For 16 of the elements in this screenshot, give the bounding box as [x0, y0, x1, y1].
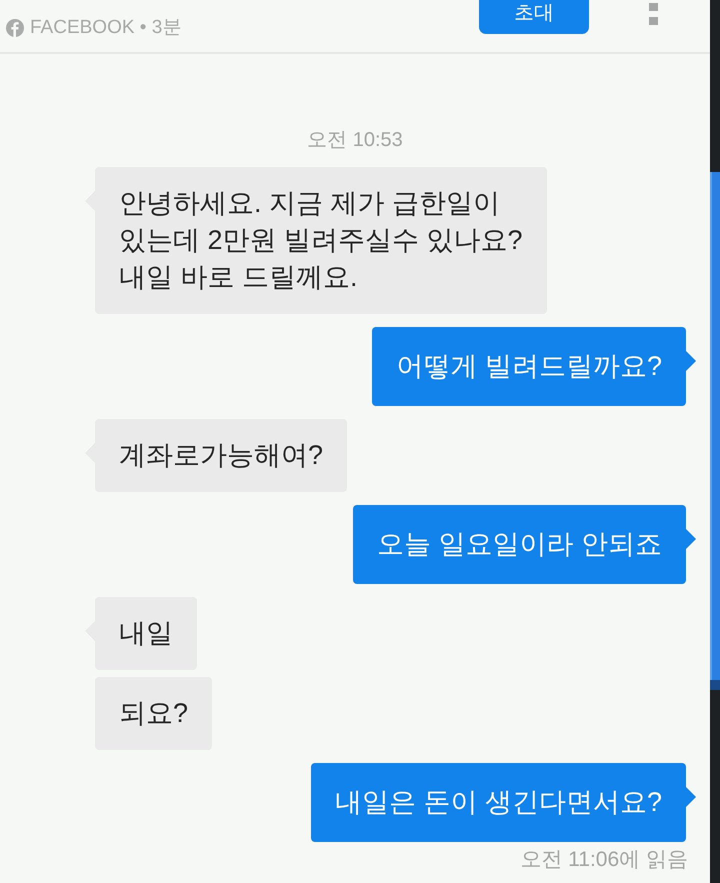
message-bubble: 계좌로가능해여?	[95, 419, 348, 492]
message-bubble: 안녕하세요. 지금 제가 급한일이 있는데 2만원 빌려주실수 있나요? 내일 바로 드릴께요.	[95, 167, 547, 314]
source-label: FACEBOOK • 3분	[30, 18, 182, 38]
more-icon[interactable]	[649, 3, 658, 25]
message-bubble: 내일은 돈이 생긴다면서요?	[310, 763, 686, 842]
message-bubble: 어떻게 빌려드릴까요?	[372, 327, 686, 406]
bubble-tail-icon	[686, 787, 696, 807]
f-logo-icon	[6, 19, 24, 37]
message-bubble: 내일	[95, 597, 197, 670]
invite-button[interactable]: 초대	[479, 0, 589, 34]
message-bubble: 되요?	[95, 677, 212, 750]
bubble-tail-icon	[686, 351, 696, 371]
read-receipt: 오전 11:06에 읽음	[520, 847, 688, 873]
message-bubble: 오늘 일요일이라 안되죠	[352, 505, 686, 584]
message-timestamp: 오전 10:53	[307, 128, 403, 152]
bubble-tail-icon	[686, 529, 696, 549]
